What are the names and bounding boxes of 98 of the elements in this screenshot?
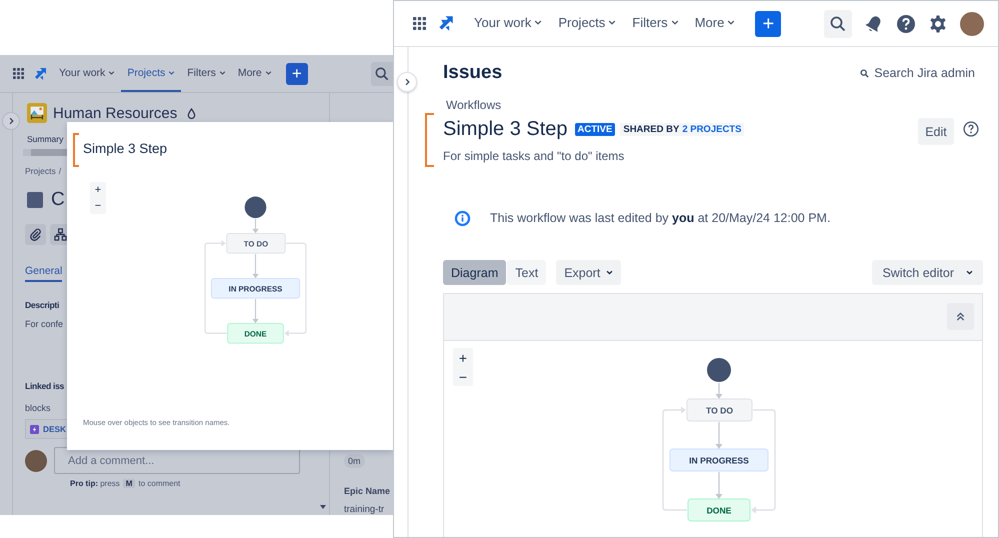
help-icon[interactable] xyxy=(896,14,916,34)
status-node[interactable]: TO DO xyxy=(686,398,752,422)
nav-menu-item[interactable]: Projects xyxy=(121,55,182,92)
status-lozenge: ACTIVE xyxy=(574,122,616,136)
attach-button[interactable] xyxy=(25,224,46,245)
chevron-down-icon xyxy=(168,70,176,74)
zoom-out-button[interactable]: − xyxy=(453,367,473,386)
annotation-bracket xyxy=(73,133,79,167)
breadcrumb-link[interactable]: Workflows xyxy=(446,98,983,112)
nav-menu-item[interactable]: More xyxy=(232,55,278,92)
nav-menu-item[interactable]: Projects xyxy=(550,1,624,46)
view-tab[interactable]: Text xyxy=(507,260,546,285)
scroll-down-arrow-icon[interactable] xyxy=(320,505,326,509)
edit-button[interactable]: Edit xyxy=(918,118,954,145)
droplet-icon xyxy=(187,108,196,118)
transition-arrow xyxy=(252,254,259,278)
user-avatar[interactable] xyxy=(960,12,984,36)
search-button[interactable] xyxy=(824,10,852,38)
sidebar-expand-button[interactable] xyxy=(397,72,417,92)
field-label: Epic Name xyxy=(344,486,390,496)
sidebar-expand-button[interactable] xyxy=(2,112,20,130)
paperclip-icon xyxy=(29,228,42,241)
zoom-out-button[interactable]: − xyxy=(90,198,106,214)
user-avatar xyxy=(25,450,47,472)
shared-label: SHARED BY xyxy=(623,124,680,134)
app-logo-icon[interactable] xyxy=(33,66,47,80)
issue-title: C xyxy=(51,189,65,211)
collapse-button[interactable] xyxy=(947,303,974,330)
chevron-down-icon xyxy=(606,270,614,275)
nav-menu-item[interactable]: More xyxy=(686,1,744,46)
time-value: 0m xyxy=(344,454,365,468)
breadcrumb-link[interactable]: Projects xyxy=(25,166,56,176)
chevron-down-icon xyxy=(218,70,226,74)
nav-menu-item[interactable]: Your work xyxy=(466,1,550,46)
project-avatar-icon xyxy=(27,103,47,123)
chevron-down-icon xyxy=(264,70,272,74)
start-node xyxy=(244,196,266,218)
workflow-description: For simple tasks and "to do" items xyxy=(443,149,626,163)
breadcrumb-separator: / xyxy=(58,166,62,176)
nav-menu-item[interactable]: Your work xyxy=(53,55,122,92)
info-icon xyxy=(454,210,471,226)
projects-link[interactable]: 2 PROJECTS xyxy=(682,124,742,134)
issue-type-icon xyxy=(27,192,43,208)
create-button[interactable]: + xyxy=(286,62,308,84)
export-button[interactable]: Export xyxy=(556,260,622,285)
view-tab[interactable]: Diagram xyxy=(443,260,506,285)
transition-arrow xyxy=(252,299,259,324)
chevron-down-icon xyxy=(108,70,116,74)
app-grid-icon[interactable] xyxy=(13,68,24,79)
section-heading: Descripti xyxy=(25,300,60,310)
search-icon xyxy=(375,66,389,80)
notice-text: This workflow was last edited by you at 20/May/24 12:00 PM. xyxy=(490,211,830,225)
link-type-label: blocks xyxy=(25,403,51,413)
status-node[interactable]: IN PROGRESS xyxy=(670,448,768,472)
tip-text: to comment xyxy=(138,479,180,488)
transition-arrow xyxy=(716,422,722,449)
workflow-title: Simple 3 Step xyxy=(443,118,568,140)
summary-tab[interactable]: Summary xyxy=(27,134,64,144)
settings-icon[interactable] xyxy=(928,14,948,34)
section-heading: Linked iss xyxy=(25,381,64,391)
chevron-right-icon xyxy=(8,117,14,125)
zoom-in-button[interactable]: + xyxy=(90,182,106,198)
keyboard-key: M xyxy=(122,479,136,488)
issue-key-link[interactable]: DESK xyxy=(43,424,66,434)
switch-editor-button[interactable]: Switch editor xyxy=(872,260,983,285)
project-title: Human Resources xyxy=(53,104,178,122)
search-icon xyxy=(830,16,846,32)
page-title: Issues xyxy=(443,62,502,84)
search-button[interactable] xyxy=(371,62,393,86)
double-chevron-up-icon xyxy=(956,312,965,321)
transition-arrow xyxy=(716,472,722,499)
nav-menu-item[interactable]: Filters xyxy=(624,1,687,46)
chevron-down-icon xyxy=(966,270,973,275)
transition-arrow xyxy=(716,383,722,399)
tip-text: Pro tip: press xyxy=(70,479,120,488)
app-logo-icon[interactable] xyxy=(437,15,454,32)
search-icon xyxy=(860,68,870,78)
field-value: training-tr xyxy=(344,504,384,515)
chevron-down-icon xyxy=(727,20,736,25)
annotation-bracket xyxy=(425,113,434,167)
general-tab[interactable]: General xyxy=(25,265,62,282)
chevron-right-icon xyxy=(404,78,410,86)
transition-arrow xyxy=(252,219,259,234)
hierarchy-icon xyxy=(54,228,67,241)
description-text: For confe xyxy=(25,319,64,329)
app-grid-icon[interactable] xyxy=(413,17,426,30)
zoom-in-button[interactable]: + xyxy=(453,348,473,367)
search-admin-link[interactable]: Search Jira admin xyxy=(860,66,975,80)
dialog-title: Simple 3 Step xyxy=(83,141,168,156)
start-node xyxy=(707,358,731,382)
chevron-down-icon xyxy=(534,20,542,25)
nav-menu-item[interactable]: Filters xyxy=(181,55,232,92)
chevron-down-icon xyxy=(670,20,679,25)
issue-type-icon xyxy=(30,424,39,434)
create-button[interactable]: + xyxy=(755,10,782,36)
help-icon[interactable] xyxy=(963,121,979,137)
status-node[interactable]: DONE xyxy=(688,498,750,522)
chevron-down-icon xyxy=(608,20,616,25)
